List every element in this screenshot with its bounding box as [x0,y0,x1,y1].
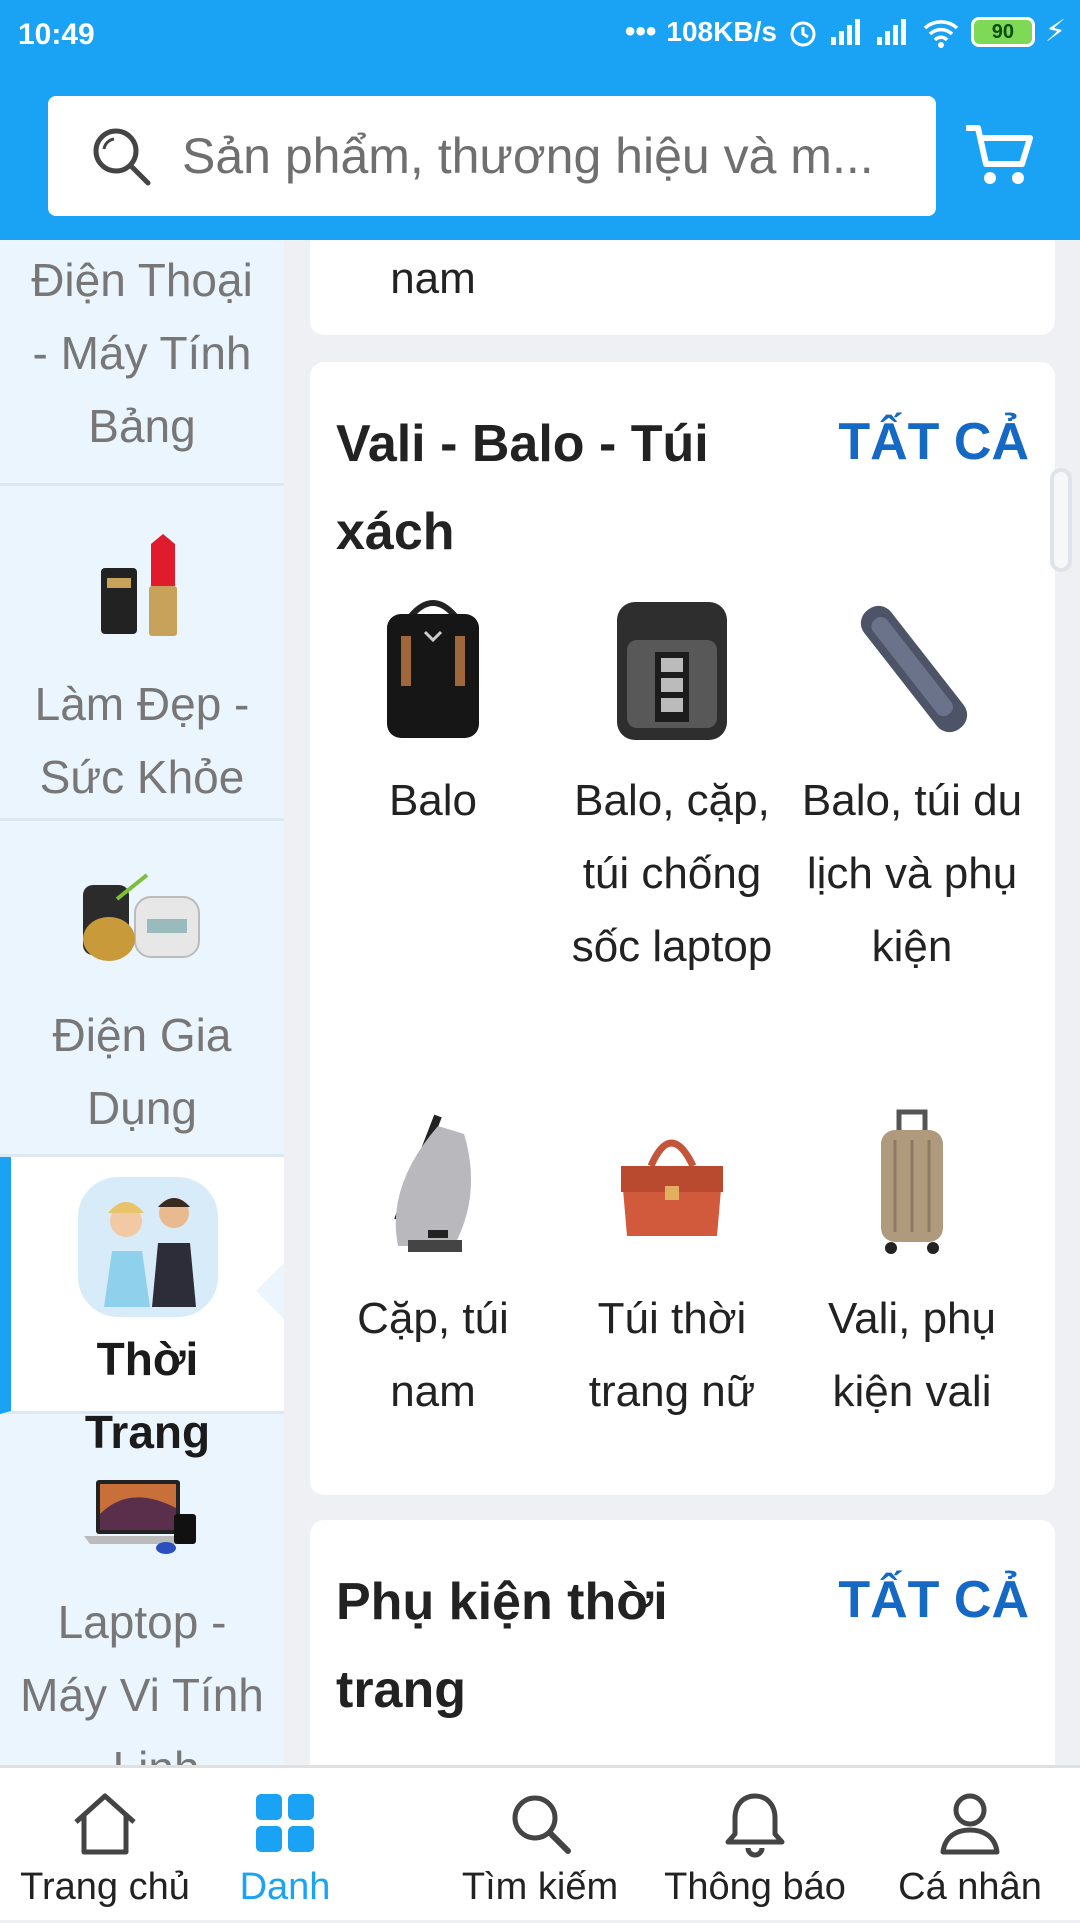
search-bar[interactable] [48,96,936,216]
fashion-thumbnail [77,1177,218,1317]
laptop-icon [84,1480,196,1554]
network-speed: 108KB/s [666,15,777,47]
nav-label: Danh [239,1866,331,1908]
subcategory-label: Túi thời trang nữ [588,1294,756,1416]
nav-search[interactable]: Tìm kiếm [440,1768,640,1923]
cart-icon[interactable] [962,118,1036,192]
sidebar-item-label: Laptop - Máy Vi Tính - Linh [20,1596,264,1765]
subcategory-label: Vali, phụ kiện vali [828,1294,996,1416]
sidebar-item-label: Điện Thoại - Máy Tính Bảng [31,254,253,452]
cosmetics-icon [101,534,177,636]
nav-profile[interactable]: Cá nhân [870,1768,1070,1923]
sidebar-item-label: Điện Gia Dụng [52,1009,232,1134]
signal-icon [830,18,860,45]
subcategory-label: Balo [388,776,478,825]
bell-icon [725,1793,785,1858]
charging-icon: ⚡ [1044,15,1066,48]
handbag-icon [621,1139,723,1236]
laptop-backpack-icon [617,602,727,740]
section-card-vali-balo: Vali - Balo - Túi xách TẤT CẢ Balo Balo,… [310,362,1055,1495]
previous-section-card: nam [310,240,1055,335]
subcategory-balo-du-lich[interactable]: Balo, túi du lịch và phụ kiện [792,592,1032,983]
bottom-navigation: Trang chủ Danh Tìm kiếm Thông báo Cá nhâ… [0,1765,1080,1920]
grid-icon [256,1794,314,1852]
more-dots-icon: ••• [624,14,657,48]
section-card-phu-kien: Phụ kiện thời trang TẤT CẢ [310,1520,1055,1765]
subcategory-label[interactable]: nam [313,242,553,315]
subcategory-label: Balo, túi du lịch và phụ kiện [801,776,1023,971]
scroll-handle[interactable] [1050,468,1072,572]
subcategory-balo[interactable]: Balo [313,592,553,837]
status-indicators: ••• 108KB/s 90 ⚡ [625,14,1066,49]
category-sidebar: Điện Thoại - Máy Tính Bảng Làm Đẹp - Sức… [0,240,284,1765]
battery-indicator: 90 [970,16,1035,47]
nav-home[interactable]: Trang chủ [0,1768,210,1923]
backpack-icon [387,600,479,738]
sidebar-item-label: Làm Đẹp - Sức Khỏe [34,678,250,803]
sidebar-item-lam-dep[interactable]: Làm Đẹp - Sức Khỏe [0,486,284,821]
search-input[interactable] [182,127,922,185]
sidebar-item-dien-gia-dung[interactable]: Điện Gia Dụng [0,821,284,1157]
sling-bag-icon [394,1114,472,1252]
alarm-icon [790,21,816,46]
see-all-link[interactable]: TẤT CẢ [838,412,1029,472]
signal-icon [876,18,906,45]
subcategory-label: Cặp, túi nam [357,1294,509,1416]
nav-notifications[interactable]: Thông báo [650,1768,860,1923]
section-title: Phụ kiện thời trang [336,1573,668,1719]
app-header: 10:49 ••• 108KB/s 90 ⚡ [0,0,1080,240]
fashion-models-icon [103,1198,196,1307]
sidebar-item-dien-thoai[interactable]: Điện Thoại - Máy Tính Bảng [0,240,284,486]
search-icon [512,1795,571,1854]
subcategory-label: Balo, cặp, túi chống sốc laptop [571,776,773,971]
section-title: Vali - Balo - Túi xách [336,415,709,561]
nav-label: Trang chủ [20,1866,190,1908]
sidebar-item-thoi-trang[interactable]: Thời Trang [0,1157,284,1458]
search-icon [93,128,151,186]
subcategory-tui-nu[interactable]: Túi thời trang nữ [552,1100,792,1428]
subcategory-vali[interactable]: Vali, phụ kiện vali [792,1100,1032,1428]
nav-label: Cá nhân [898,1866,1042,1908]
suitcase-icon [881,1109,943,1254]
wifi-icon [923,19,959,48]
status-bar: 10:49 ••• 108KB/s 90 ⚡ [0,0,1080,72]
category-content: nam Vali - Balo - Túi xách TẤT CẢ Balo B… [310,240,1055,1765]
status-time: 10:49 [18,18,95,51]
subcategory-cap-tui-nam[interactable]: Cặp, túi nam [313,1100,553,1428]
subcategory-balo-laptop[interactable]: Balo, cặp, túi chống sốc laptop [552,592,792,983]
travel-pouch-icon [860,605,968,733]
appliances-icon [83,873,200,961]
see-all-link[interactable]: TẤT CẢ [838,1570,1029,1630]
user-icon [940,1793,1000,1855]
nav-categories[interactable]: Danh [210,1768,360,1923]
sidebar-item-laptop[interactable]: Laptop - Máy Vi Tính - Linh [0,1414,284,1765]
home-icon [74,1793,136,1855]
nav-label: Thông báo [664,1866,846,1908]
nav-label: Tìm kiếm [461,1866,619,1908]
